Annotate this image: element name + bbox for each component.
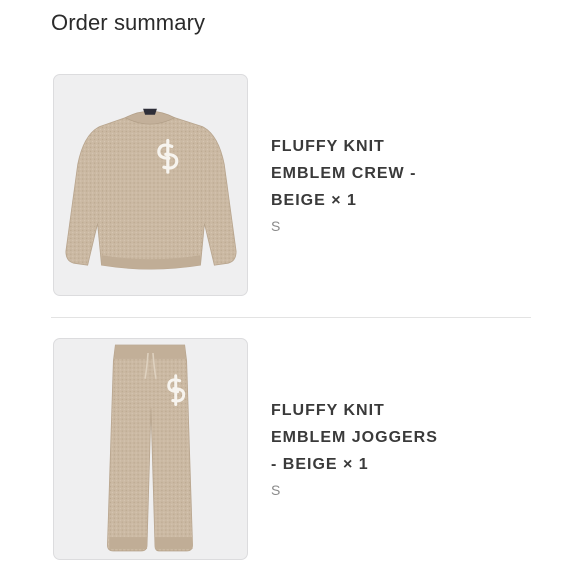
product-thumbnail[interactable] — [53, 74, 248, 296]
item-divider — [51, 317, 531, 318]
item-name-line: EMBLEM CREW - — [271, 165, 417, 182]
item-name: FLUFFY KNIT EMBLEM JOGGERS - BEIGE × 1 — [271, 397, 471, 478]
item-name-line: BEIGE × 1 — [271, 192, 357, 209]
item-details: FLUFFY KNIT EMBLEM JOGGERS - BEIGE × 1 S — [271, 397, 471, 498]
product-thumbnail[interactable] — [53, 338, 248, 560]
item-details: FLUFFY KNIT EMBLEM CREW - BEIGE × 1 S — [271, 133, 471, 234]
item-name-line: FLUFFY KNIT — [271, 138, 385, 155]
order-item: FLUFFY KNIT EMBLEM CREW - BEIGE × 1 S — [51, 73, 531, 297]
item-variant-size: S — [271, 482, 281, 498]
joggers-icon — [107, 344, 193, 552]
item-name-line: FLUFFY KNIT — [271, 402, 385, 419]
item-name-line: - BEIGE × 1 — [271, 456, 369, 473]
item-variant-size: S — [271, 218, 281, 234]
crew-sweater-icon — [65, 108, 237, 270]
page-title: Order summary — [51, 10, 206, 35]
item-name: FLUFFY KNIT EMBLEM CREW - BEIGE × 1 — [271, 133, 471, 214]
order-item: FLUFFY KNIT EMBLEM JOGGERS - BEIGE × 1 S — [51, 337, 531, 561]
item-name-line: EMBLEM JOGGERS — [271, 429, 438, 446]
